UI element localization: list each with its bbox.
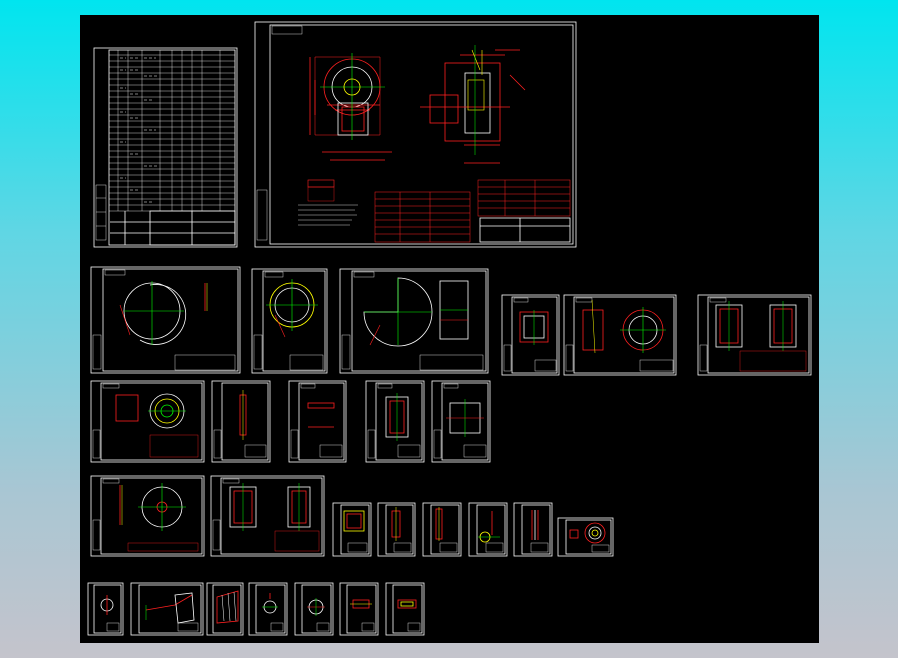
cad-model-space[interactable] bbox=[80, 15, 819, 643]
sheet-mini-4[interactable] bbox=[248, 582, 288, 636]
sheet-shaft-strip[interactable] bbox=[211, 380, 271, 463]
sheet-back-plate-disk[interactable] bbox=[90, 475, 205, 557]
sheet-mini-5[interactable] bbox=[294, 582, 334, 636]
sheet-small-part-4[interactable] bbox=[468, 502, 508, 557]
sheet-bar-part[interactable] bbox=[288, 380, 347, 463]
sheet-mini-3[interactable] bbox=[206, 582, 244, 636]
sheet-small-part-6[interactable] bbox=[557, 517, 614, 557]
sheet-ring-flange[interactable] bbox=[251, 268, 328, 374]
sheet-mini-6[interactable] bbox=[339, 582, 379, 636]
sheet-impeller-disk[interactable] bbox=[90, 380, 205, 463]
sheet-plate-part[interactable] bbox=[431, 380, 491, 463]
sheet-housing-plate-large[interactable] bbox=[90, 266, 241, 374]
sheet-small-part-2[interactable] bbox=[377, 502, 416, 557]
sheet-hub-assembly[interactable] bbox=[563, 294, 677, 376]
sheet-assembly-drawing[interactable] bbox=[254, 21, 577, 248]
sheet-small-part-1[interactable] bbox=[332, 502, 372, 557]
sheet-volute-sector[interactable] bbox=[339, 268, 489, 374]
sheet-mini-2[interactable] bbox=[130, 582, 204, 636]
sheet-frame-part[interactable] bbox=[697, 294, 812, 376]
sheet-side-plate-a[interactable] bbox=[501, 294, 560, 376]
sheet-mini-1[interactable] bbox=[87, 582, 124, 636]
sheet-bracket-part[interactable] bbox=[365, 380, 425, 463]
sheet-bom-list[interactable] bbox=[93, 47, 238, 248]
cad-drawing[interactable] bbox=[80, 15, 819, 643]
sheet-mini-7[interactable] bbox=[385, 582, 425, 636]
sheet-small-part-5[interactable] bbox=[513, 502, 553, 557]
sheet-casing-part[interactable] bbox=[210, 475, 325, 557]
sheet-small-part-3[interactable] bbox=[422, 502, 462, 557]
